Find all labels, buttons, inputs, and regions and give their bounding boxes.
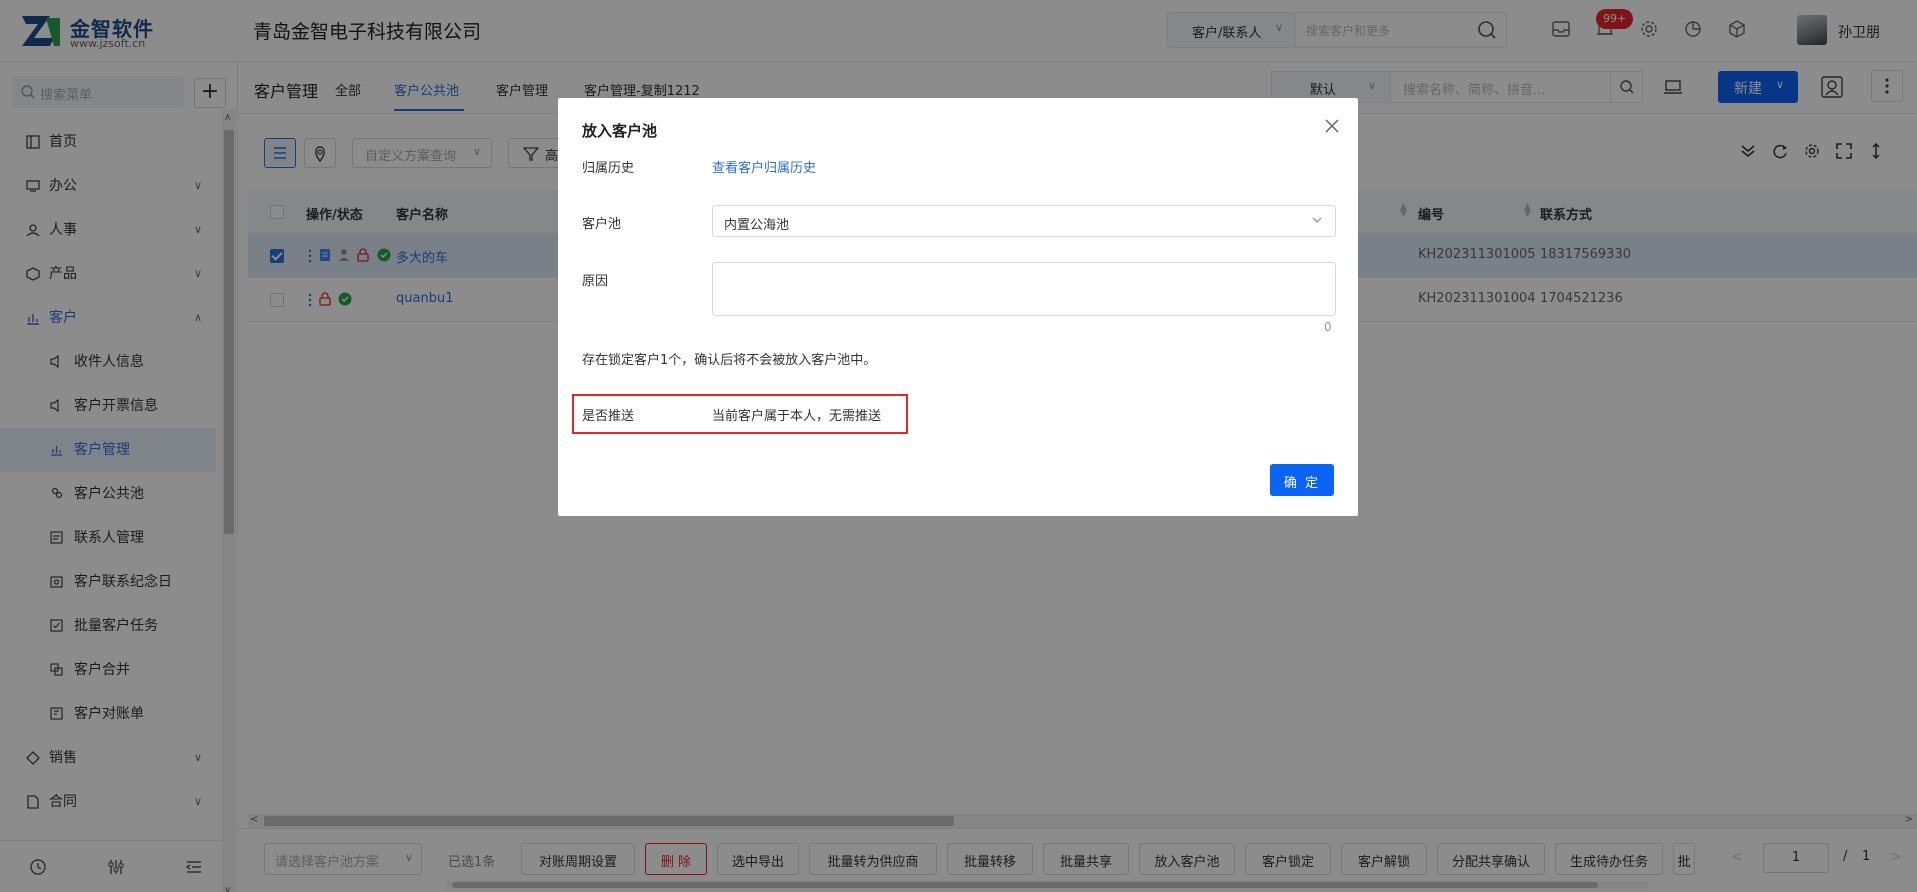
reason-label: 原因 [582, 274, 609, 289]
history-label: 归属历史 [582, 161, 635, 176]
pool-label: 客户池 [582, 217, 622, 232]
push-label: 是否推送 [582, 409, 635, 424]
dialog-title: 放入客户池 [582, 122, 658, 140]
pool-select[interactable]: 内置公海池 [712, 205, 1336, 237]
put-into-pool-dialog: 放入客户池 归属历史 查看客户归属历史 客户池 内置公海池 原因 0 存在锁定客… [558, 98, 1358, 516]
view-history-link[interactable]: 查看客户归属历史 [712, 157, 816, 176]
push-value: 当前客户属于本人，无需推送 [712, 409, 882, 424]
confirm-button[interactable]: 确 定 [1270, 464, 1334, 496]
locked-customer-notice: 存在锁定客户1个，确认后将不会被放入客户池中。 [582, 353, 877, 368]
reason-textarea[interactable] [712, 262, 1336, 316]
reason-char-count: 0 [1324, 320, 1332, 334]
chevron-down-icon [1312, 217, 1322, 223]
pool-select-value: 内置公海池 [724, 218, 790, 233]
close-icon[interactable] [1324, 118, 1340, 134]
